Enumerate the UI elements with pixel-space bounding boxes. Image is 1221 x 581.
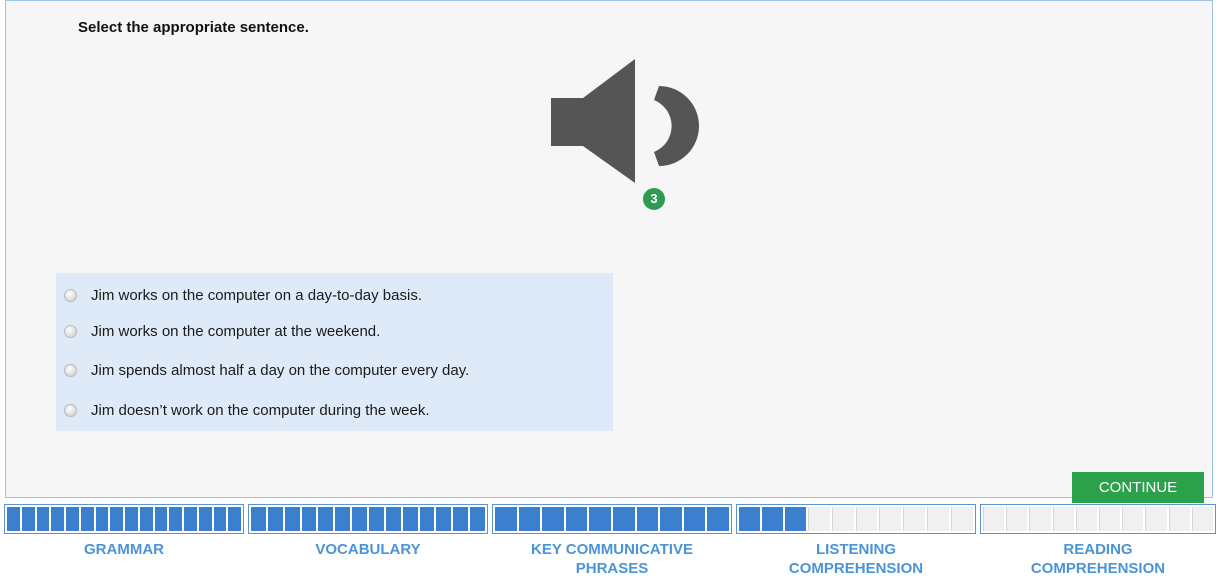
progress-segment-empty — [1122, 507, 1144, 531]
progress-segment-empty — [831, 507, 854, 531]
progress-segment-filled — [7, 507, 20, 531]
question-panel: Select the appropriate sentence. 3 Jim w… — [5, 0, 1213, 498]
option-label: Jim doesn’t work on the computer during … — [91, 401, 430, 419]
progress-segment-filled — [436, 507, 452, 531]
section-labels: GRAMMAR VOCABULARY KEY COMMUNICATIVE PHR… — [0, 540, 1221, 580]
option-label: Jim works on the computer at the weekend… — [91, 322, 381, 340]
radio-button[interactable] — [64, 363, 77, 377]
progress-segment-filled — [495, 507, 517, 531]
progress-segment-filled — [125, 507, 138, 531]
progress-segment-filled — [453, 507, 469, 531]
progress-segment-filled — [660, 507, 682, 531]
progress-segment-filled — [518, 507, 541, 531]
progress-segment-filled — [228, 507, 241, 531]
continue-button[interactable]: CONTINUE — [1072, 472, 1204, 503]
progress-section-reading-comprehension — [980, 504, 1216, 534]
progress-bar — [0, 504, 1221, 534]
progress-segment-filled — [470, 507, 486, 531]
progress-segment-filled — [683, 507, 706, 531]
progress-segment-filled — [369, 507, 384, 531]
progress-segment-empty — [1191, 507, 1214, 531]
progress-segment-filled — [784, 507, 806, 531]
progress-segment-empty — [1006, 507, 1028, 531]
progress-segment-filled — [565, 507, 588, 531]
progress-segment-filled — [402, 507, 418, 531]
progress-segment-filled — [139, 507, 153, 531]
radio-button[interactable] — [64, 403, 77, 417]
progress-segment-filled — [385, 507, 401, 531]
answer-options: Jim works on the computer on a day-to-da… — [56, 273, 613, 431]
section-label-reading-comprehension: READING COMPREHENSION — [1030, 541, 1166, 577]
option-label: Jim works on the computer on a day-to-da… — [91, 286, 422, 304]
progress-segment-filled — [169, 507, 182, 531]
speaker-icon[interactable] — [551, 56, 701, 186]
instruction-text: Select the appropriate sentence. — [78, 19, 309, 36]
progress-segment-empty — [1168, 507, 1190, 531]
progress-segment-empty — [983, 507, 1005, 531]
progress-segment-filled — [66, 507, 79, 531]
progress-segment-filled — [80, 507, 94, 531]
progress-segment-filled — [739, 507, 760, 531]
section-label-key-communicative-phrases: KEY COMMUNICATIVE PHRASES — [531, 541, 693, 577]
progress-section-key-communicative-phrases — [492, 504, 732, 534]
progress-segment-filled — [636, 507, 659, 531]
progress-segment-empty — [903, 507, 926, 531]
progress-segment-filled — [301, 507, 317, 531]
progress-segment-filled — [110, 507, 123, 531]
progress-segment-empty — [1145, 507, 1167, 531]
progress-segment-filled — [95, 507, 109, 531]
progress-segment-filled — [318, 507, 334, 531]
progress-segment-filled — [335, 507, 351, 531]
progress-segment-empty — [1029, 507, 1051, 531]
progress-segment-empty — [855, 507, 878, 531]
progress-segment-filled — [21, 507, 35, 531]
progress-segment-filled — [352, 507, 368, 531]
progress-segment-filled — [184, 507, 197, 531]
progress-segment-filled — [267, 507, 283, 531]
progress-section-listening-comprehension — [736, 504, 976, 534]
progress-section-grammar — [4, 504, 244, 534]
section-label-grammar: GRAMMAR — [84, 541, 164, 558]
progress-segment-filled — [251, 507, 266, 531]
answer-option-2[interactable]: Jim works on the computer at the weekend… — [64, 318, 609, 344]
progress-segment-filled — [542, 507, 564, 531]
section-label-listening-comprehension: LISTENING COMPREHENSION — [788, 541, 924, 577]
progress-segment-filled — [198, 507, 212, 531]
progress-segment-filled — [589, 507, 611, 531]
progress-segment-empty — [927, 507, 950, 531]
progress-segment-filled — [154, 507, 168, 531]
radio-button[interactable] — [64, 324, 77, 338]
progress-segment-filled — [419, 507, 435, 531]
progress-segment-filled — [36, 507, 50, 531]
progress-segment-filled — [612, 507, 635, 531]
answer-option-4[interactable]: Jim doesn’t work on the computer during … — [64, 397, 609, 423]
progress-segment-empty — [1052, 507, 1074, 531]
progress-segment-empty — [807, 507, 830, 531]
progress-segment-filled — [213, 507, 227, 531]
progress-segment-filled — [707, 507, 729, 531]
progress-segment-filled — [761, 507, 783, 531]
option-label: Jim spends almost half a day on the comp… — [91, 361, 470, 379]
progress-segment-empty — [1099, 507, 1121, 531]
answer-option-1[interactable]: Jim works on the computer on a day-to-da… — [64, 282, 609, 308]
answer-option-3[interactable]: Jim spends almost half a day on the comp… — [64, 357, 609, 383]
progress-section-vocabulary — [248, 504, 488, 534]
section-label-vocabulary: VOCABULARY — [315, 541, 421, 558]
progress-segment-filled — [284, 507, 300, 531]
progress-segment-empty — [879, 507, 902, 531]
plays-remaining-badge: 3 — [643, 188, 665, 210]
progress-segment-filled — [51, 507, 64, 531]
radio-button[interactable] — [64, 288, 77, 302]
progress-segment-empty — [1075, 507, 1098, 531]
progress-segment-empty — [951, 507, 974, 531]
